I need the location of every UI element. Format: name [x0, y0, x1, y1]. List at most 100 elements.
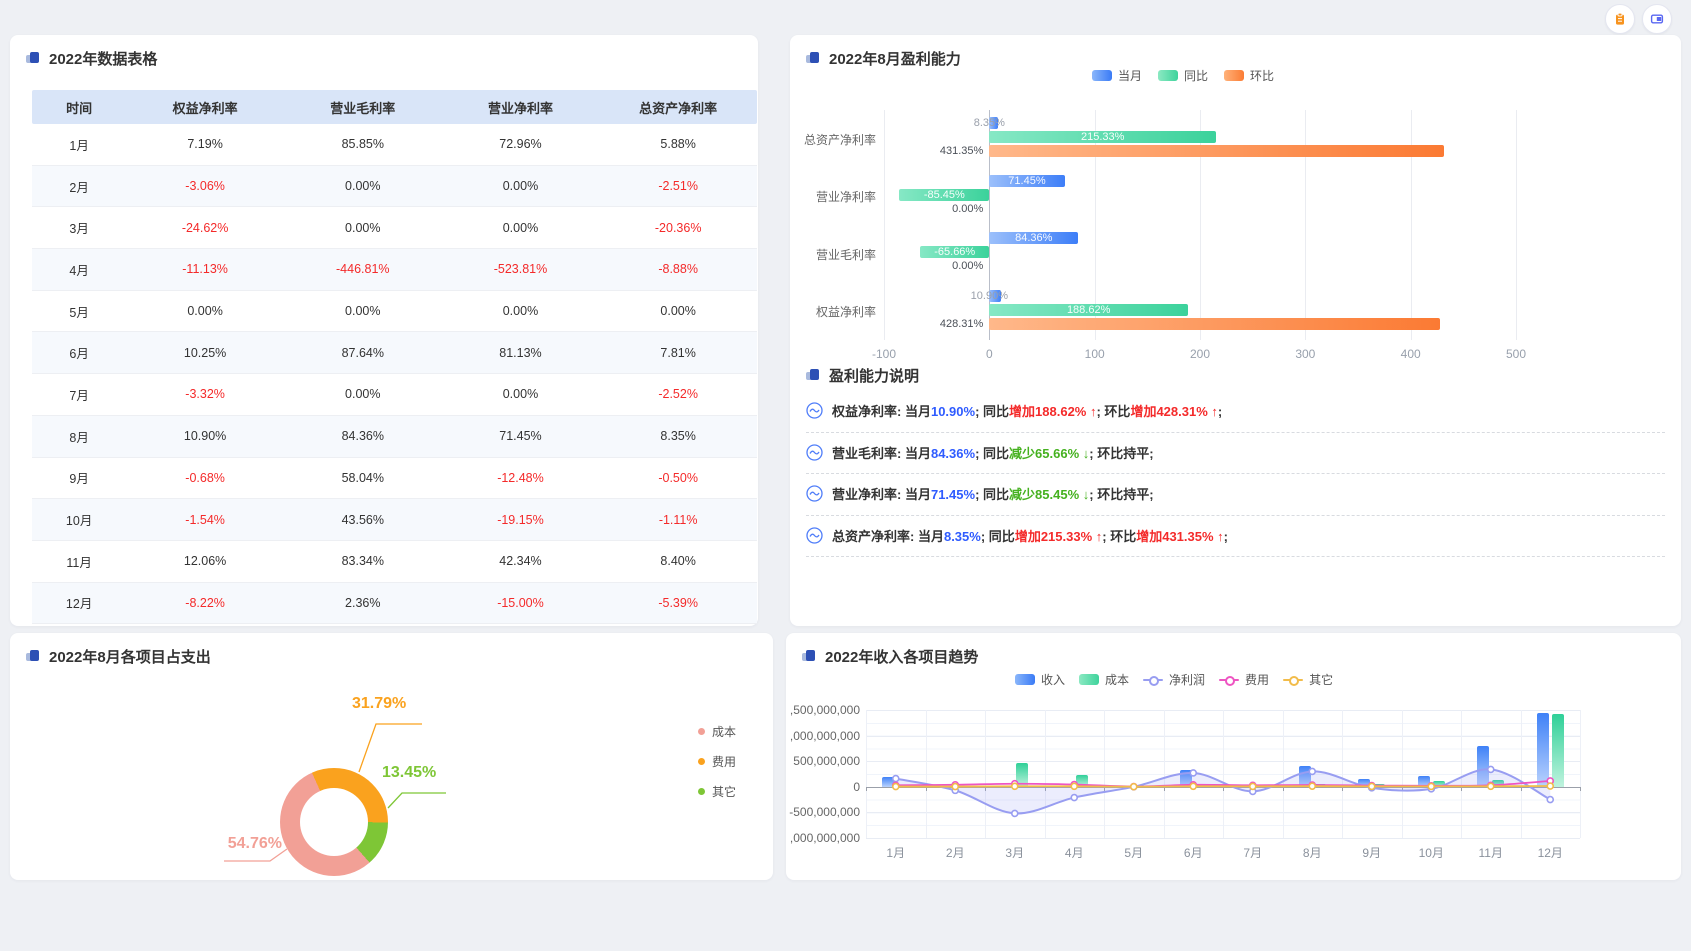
note-text: 营业毛利率: 当月84.36%; 同比减少65.66% ↓; 环比持平;: [832, 443, 1154, 462]
row-label: 11月: [32, 552, 126, 571]
x-tick-label: 11月: [1479, 844, 1503, 861]
table-cell: 10.25%: [126, 346, 284, 360]
row-label: 6月: [32, 343, 126, 362]
x-tick-label: -100: [872, 347, 896, 361]
pie-legend-item[interactable]: 费用: [698, 755, 736, 768]
row-label: 4月: [32, 260, 126, 279]
table-cell: -0.68%: [126, 471, 284, 485]
screen-icon: [1650, 12, 1664, 26]
table-cell: 85.85%: [284, 137, 442, 151]
gridline: [1516, 110, 1517, 340]
legend-item-income[interactable]: 收入: [1015, 671, 1065, 688]
legend-item-cost[interactable]: 成本: [1079, 671, 1129, 688]
profitability-title-text: 2022年8月盈利能力: [829, 48, 961, 69]
table-row: 8月10.90%84.36%71.45%8.35%: [32, 416, 757, 458]
trend-legend: 收入 成本 净利润 费用 其它: [1015, 671, 1333, 688]
table-cell: -523.81%: [442, 262, 600, 276]
trend-wave-icon: [806, 402, 823, 419]
donut-label-other: 13.45%: [382, 764, 436, 782]
x-tick-label: 4月: [1065, 844, 1084, 861]
v-gridline: [1580, 710, 1581, 838]
bar-value-label: -65.66%: [920, 246, 989, 258]
metrics-table: 时间权益净利率营业毛利率营业净利率总资产净利率1月7.19%85.85%72.9…: [32, 90, 757, 624]
note-text: 总资产净利率: 当月8.35%; 同比增加215.33% ↑; 环比增加431.…: [832, 526, 1228, 545]
x-tick-label: 5月: [1124, 844, 1143, 861]
trend-wave-icon: [806, 444, 823, 461]
legend-item-fee[interactable]: 费用: [1219, 671, 1269, 688]
legend-item-yoy[interactable]: 同比: [1158, 67, 1208, 84]
row-label: 7月: [32, 385, 126, 404]
bar-value-label: 215.33%: [989, 131, 1216, 143]
x-tick-label: 400: [1401, 347, 1421, 361]
table-cell: 0.00%: [284, 387, 442, 401]
table-cell: 0.00%: [599, 304, 757, 318]
y-tick-label: ,500,000,000: [786, 703, 860, 717]
legend-item-current-month[interactable]: 当月: [1092, 67, 1142, 84]
table-cell: 81.13%: [442, 346, 600, 360]
donut-hole: [300, 788, 368, 856]
x-tick-label: 0: [986, 347, 993, 361]
bar-value-label: 431.35%: [923, 145, 983, 157]
legend-label: 环比: [1250, 67, 1274, 84]
bar-value-label: 0.00%: [923, 260, 983, 272]
table-cell: 0.00%: [284, 221, 442, 235]
clipboard-button[interactable]: [1605, 4, 1635, 34]
orange-swatch-icon: [1224, 70, 1244, 81]
x-tick-label: 100: [1085, 347, 1105, 361]
y-tick-label: ,000,000,000: [786, 729, 860, 743]
bar-value-label: 71.45%: [989, 175, 1064, 187]
row-label: 12月: [32, 593, 126, 612]
axis-tick: [1580, 787, 1581, 791]
purple-line-marker-icon: [1143, 675, 1163, 685]
table-row: 9月-0.68%58.04%-12.48%-0.50%: [32, 458, 757, 500]
bar-value-label: 10.90%: [959, 290, 1019, 302]
x-tick-label: 7月: [1243, 844, 1262, 861]
x-tick-label: 2月: [946, 844, 965, 861]
pie-legend-item[interactable]: 其它: [698, 785, 736, 798]
legend-dot-icon: [698, 728, 705, 735]
table-row: 1月7.19%85.85%72.96%5.88%: [32, 124, 757, 166]
blue-swatch-icon: [1092, 70, 1112, 81]
pie-legend-item[interactable]: 成本: [698, 725, 736, 738]
y-tick-label: -500,000,000: [786, 805, 860, 819]
column-header: 时间: [32, 98, 126, 117]
donut-leader-lines: [10, 633, 773, 880]
x-tick-label: 8月: [1303, 844, 1322, 861]
bar-category-label: 营业毛利率: [790, 246, 876, 263]
legend-label: 成本: [712, 723, 736, 740]
table-cell: 0.00%: [442, 221, 600, 235]
yellow-line-marker-icon: [1283, 675, 1303, 685]
bar-category-label: 总资产净利率: [790, 131, 876, 148]
table-row: 4月-11.13%-446.81%-523.81%-8.88%: [32, 249, 757, 291]
table-cell: 0.00%: [442, 387, 600, 401]
legend-label: 收入: [1041, 671, 1065, 688]
table-cell: 87.64%: [284, 346, 442, 360]
bar-value-label: 84.36%: [989, 232, 1078, 244]
legend-item-net-profit[interactable]: 净利润: [1143, 671, 1205, 688]
trend-title-text: 2022年收入各项目趋势: [825, 646, 978, 667]
data-table-title-text: 2022年数据表格: [49, 48, 157, 69]
legend-label: 费用: [1245, 671, 1269, 688]
trend-lines-svg: [866, 710, 1580, 844]
table-cell: -0.50%: [599, 471, 757, 485]
screen-button[interactable]: [1642, 4, 1672, 34]
note-text: 权益净利率: 当月10.90%; 同比增加188.62% ↑; 环比增加428.…: [832, 401, 1222, 420]
x-tick-label: 500: [1506, 347, 1526, 361]
table-cell: -446.81%: [284, 262, 442, 276]
legend-item-mom[interactable]: 环比: [1224, 67, 1274, 84]
table-cell: 8.40%: [599, 554, 757, 568]
panel-income-trend: 2022年收入各项目趋势 收入 成本 净利润 费用 其它 ,500,000,00…: [786, 633, 1681, 880]
legend-item-other[interactable]: 其它: [1283, 671, 1333, 688]
legend-label: 当月: [1118, 67, 1142, 84]
row-label: 8月: [32, 427, 126, 446]
table-cell: -20.36%: [599, 221, 757, 235]
dashboard-page: { "header": { "toolbar_buttons": [ {"ico…: [0, 0, 1691, 951]
table-cell: 7.19%: [126, 137, 284, 151]
table-cell: -11.13%: [126, 262, 284, 276]
x-tick-label: 10月: [1419, 844, 1444, 861]
x-tick-label: 200: [1190, 347, 1210, 361]
table-row: 12月-8.22%2.36%-15.00%-5.39%: [32, 583, 757, 625]
panel-title-icon: [806, 369, 820, 382]
table-cell: 42.34%: [442, 554, 600, 568]
legend-label: 其它: [1309, 671, 1333, 688]
